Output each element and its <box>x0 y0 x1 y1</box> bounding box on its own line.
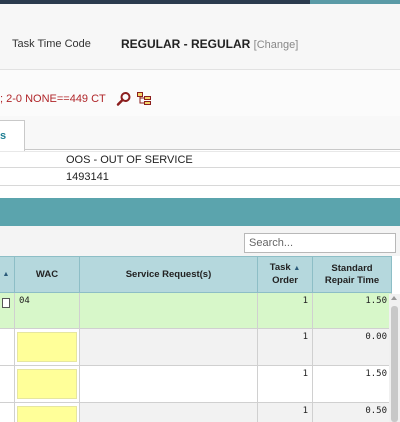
repair-time-cell: 0.00 <box>312 328 392 366</box>
search-icon[interactable] <box>116 91 132 107</box>
table-row[interactable]: 04 1 1.50 <box>0 292 392 329</box>
task-order-header-line1: Task <box>269 262 291 273</box>
id-value: 1493141 <box>66 171 109 183</box>
equipment-path-row: ; 2-0 NONE==449 CT <box>0 70 400 116</box>
wac-cell[interactable]: 04 <box>14 292 80 329</box>
info-row-id: 1493141 <box>0 169 400 186</box>
row-select-cell[interactable] <box>0 328 15 366</box>
wac-cell[interactable] <box>14 328 80 366</box>
task-order-cell: 1 <box>257 292 313 329</box>
wac-empty-field[interactable] <box>17 332 77 362</box>
repair-time-cell: 1.50 <box>312 292 392 329</box>
task-time-code-row: Task Time Code REGULAR - REGULAR [Change… <box>0 4 400 70</box>
row-select-cell[interactable] <box>0 402 15 422</box>
column-header-service-request[interactable]: Service Request(s) <box>79 256 258 293</box>
table-row[interactable]: 1 1.50 <box>0 365 392 403</box>
section-header-band <box>0 198 400 226</box>
table-scrollbar[interactable] <box>389 294 400 422</box>
column-header-task-order[interactable]: Task ▲ Order <box>257 256 313 293</box>
task-time-code-text: REGULAR - REGULAR <box>121 37 251 51</box>
std-repair-header-line1: Standard <box>331 262 373 274</box>
hierarchy-tree-icon[interactable] <box>137 92 151 106</box>
repair-time-cell: 0.50 <box>312 402 392 422</box>
scroll-thumb[interactable] <box>391 306 398 422</box>
column-header-std-repair-time[interactable]: Standard Repair Time <box>312 256 392 293</box>
equipment-path-text: ; 2-0 NONE==449 CT <box>0 93 106 105</box>
grid-toolbar <box>0 226 400 256</box>
service-request-cell[interactable] <box>79 402 258 422</box>
service-request-cell[interactable] <box>79 292 258 329</box>
row-select-cell[interactable] <box>0 292 15 329</box>
task-order-header-line2: Order <box>272 275 298 286</box>
table-row[interactable]: 1 0.50 <box>0 402 392 422</box>
tab-strip: s <box>0 116 400 151</box>
wac-empty-field[interactable] <box>17 369 77 399</box>
change-link[interactable]: [Change] <box>254 39 299 51</box>
task-order-cell: 1 <box>257 328 313 366</box>
row-select-cell[interactable] <box>0 365 15 403</box>
table-row[interactable]: 1 0.00 <box>0 328 392 366</box>
wac-empty-field[interactable] <box>17 406 77 422</box>
sort-asc-icon: ▲ <box>293 265 301 272</box>
status-value: OOS - OUT OF SERVICE <box>66 154 193 166</box>
scroll-up-arrow-icon[interactable] <box>391 296 397 300</box>
wac-cell[interactable] <box>14 365 80 403</box>
task-time-code-value: REGULAR - REGULAR [Change] <box>121 37 298 51</box>
info-row-status: OOS - OUT OF SERVICE <box>0 151 400 168</box>
column-header-wac[interactable]: WAC <box>14 256 80 293</box>
repair-time-cell: 1.50 <box>312 365 392 403</box>
std-repair-header-line2: Repair Time <box>324 274 380 286</box>
tasks-table: ▲ WAC Service Request(s) Task ▲ Order Sta… <box>0 256 392 422</box>
sort-asc-icon: ▲ <box>2 271 10 278</box>
grid-search-input[interactable] <box>244 233 396 253</box>
column-header-select[interactable]: ▲ <box>0 256 15 293</box>
service-request-cell[interactable] <box>79 328 258 366</box>
task-order-cell: 1 <box>257 402 313 422</box>
task-order-cell: 1 <box>257 365 313 403</box>
service-request-cell[interactable] <box>79 365 258 403</box>
wac-cell[interactable] <box>14 402 80 422</box>
tab-active[interactable]: s <box>0 120 25 151</box>
task-time-code-label: Task Time Code <box>12 38 91 50</box>
row-checkbox[interactable] <box>2 298 10 308</box>
tab-label: s <box>0 130 7 142</box>
